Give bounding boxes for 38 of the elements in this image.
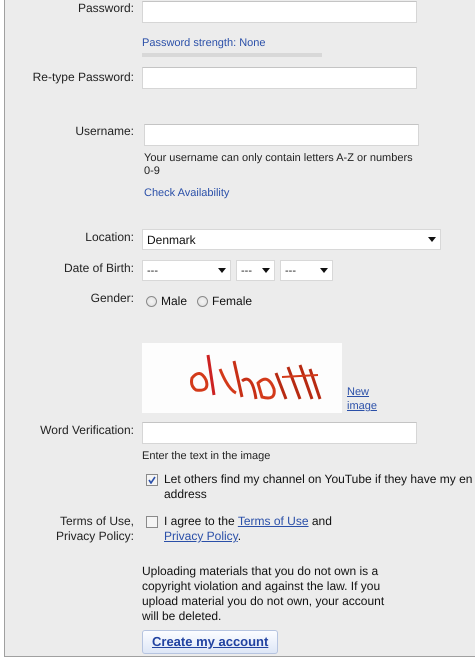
username-hint: Your username can only contain letters A-Z or numbers 0-9 xyxy=(144,152,414,178)
caret-icon xyxy=(428,237,436,242)
field-label: Re-type Password: xyxy=(32,69,134,85)
password-field[interactable] xyxy=(142,67,417,89)
verification-hint: Enter the text in the image xyxy=(142,450,272,463)
field-label: Gender: xyxy=(90,291,134,306)
radio-label: Female xyxy=(212,294,252,308)
field-label: Word Verification: xyxy=(40,422,134,438)
radio-label: Male xyxy=(161,294,188,308)
word-verification-field[interactable] xyxy=(142,422,417,444)
caret-icon xyxy=(262,268,270,273)
check-availability-link[interactable]: Check Availability xyxy=(144,187,230,199)
checkbox[interactable] xyxy=(146,516,158,528)
username-field[interactable] xyxy=(144,124,419,146)
radio-button[interactable] xyxy=(146,296,157,306)
caret-icon xyxy=(218,268,226,273)
copyright-notice: Uploading materials that you do not own is a copyright violation and against the law. If you upload material you do not own, your account will be deleted. xyxy=(142,564,386,624)
privacy-policy-link[interactable]: Privacy Policy xyxy=(164,529,238,543)
date-select[interactable]: --- xyxy=(142,260,231,281)
checkbox[interactable] xyxy=(146,474,158,486)
field-label: Username: xyxy=(75,124,134,139)
new-image-link[interactable]: New image xyxy=(347,385,379,413)
caret-icon xyxy=(320,268,328,273)
field-label: Date of Birth: xyxy=(64,260,134,276)
date-select[interactable]: --- xyxy=(236,260,275,281)
field-label: Password: xyxy=(78,1,134,16)
terms-agreement-text: I agree to the Terms of Use and Privacy Policy. xyxy=(164,514,333,544)
field-label: Terms of Use, Privacy Policy: xyxy=(54,514,134,544)
date-select[interactable]: --- xyxy=(280,260,333,281)
field-label: Location: xyxy=(85,229,134,245)
create-account-button[interactable]: Create my account xyxy=(142,630,278,654)
location-select[interactable]: Denmark xyxy=(142,229,441,250)
password-field[interactable] xyxy=(142,1,417,23)
terms-of-use-link[interactable]: Terms of Use xyxy=(238,514,309,528)
radio-button[interactable] xyxy=(197,296,208,306)
password-strength-text: Password strength: None xyxy=(142,36,266,50)
find-channel-label: Let others find my channel on YouTube if they have my en address xyxy=(164,472,472,502)
checkmark-icon xyxy=(148,476,156,484)
